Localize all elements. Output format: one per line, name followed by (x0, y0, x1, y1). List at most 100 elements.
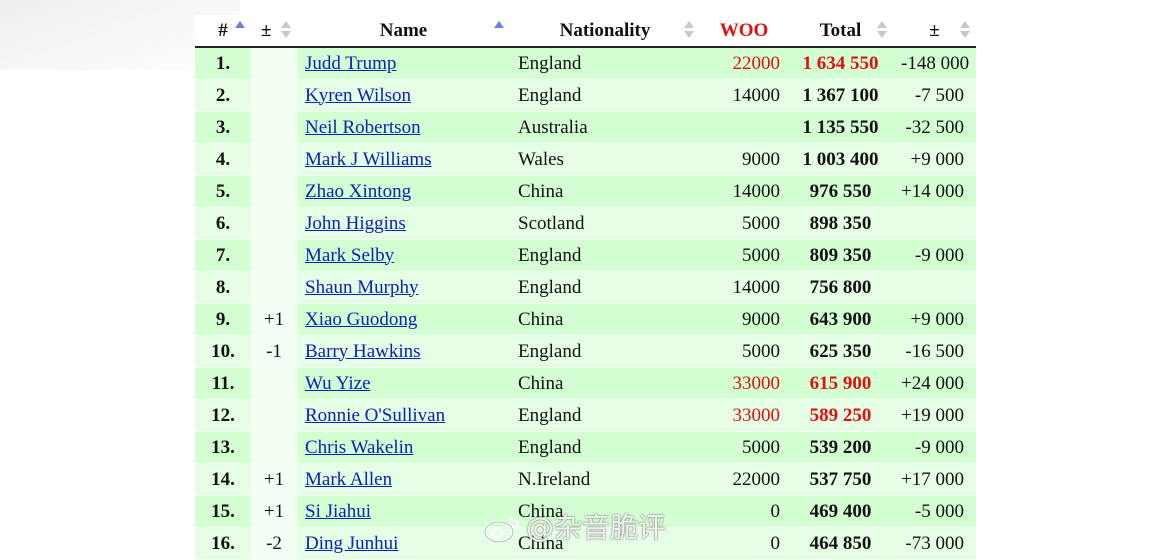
sort-arrows-icon[interactable] (960, 21, 970, 41)
header-nationality-label: Nationality (559, 19, 651, 41)
player-link[interactable]: John Higgins (305, 213, 406, 234)
header-total-label: Total (819, 19, 862, 41)
table-row: 1. Judd Trump England 22000 1 634 550 -148 00… (195, 47, 976, 80)
rank-cell: 8. (195, 271, 251, 304)
name-cell: Ronnie O'Sullivan (297, 399, 510, 432)
nationality-cell: England (510, 239, 700, 272)
player-link[interactable]: Chris Wakelin (305, 437, 413, 458)
ranking-table: # ± Name Nationality WOO Total ± 1. Judd… (195, 15, 976, 560)
sort-arrows-icon[interactable] (877, 21, 887, 41)
nationality-cell: England (510, 431, 700, 464)
name-cell: Kyren Wilson (297, 79, 510, 112)
header-nationality[interactable]: Nationality (510, 15, 700, 48)
name-cell: Judd Trump (297, 47, 510, 80)
player-link[interactable]: Mark Allen (305, 469, 392, 490)
rank-cell: 4. (195, 143, 251, 176)
change-cell (251, 207, 297, 240)
player-link[interactable]: Shaun Murphy (305, 277, 418, 298)
player-link[interactable]: Si Jiahui (305, 501, 371, 522)
table-row: 12. Ronnie O'Sullivan England 33000 589 250 +… (195, 399, 976, 432)
diff-cell: +9 000 (893, 303, 976, 336)
player-link[interactable]: Xiao Guodong (305, 309, 417, 330)
name-cell: John Higgins (297, 207, 510, 240)
player-link[interactable]: Ding Junhui (305, 533, 398, 554)
total-cell: 643 900 (788, 303, 893, 336)
change-cell (251, 431, 297, 464)
change-cell (251, 47, 297, 80)
header-diff[interactable]: ± (893, 15, 976, 48)
change-cell (251, 239, 297, 272)
diff-cell: +14 000 (893, 175, 976, 208)
total-cell: 1 367 100 (788, 79, 893, 112)
name-cell: Wu Yize (297, 367, 510, 400)
player-link[interactable]: Neil Robertson (305, 117, 421, 138)
player-link[interactable]: Zhao Xintong (305, 181, 411, 202)
total-cell: 615 900 (788, 367, 893, 400)
rank-cell: 1. (195, 47, 251, 80)
table-row: 13. Chris Wakelin England 5000 539 200 -9 000 (195, 431, 976, 464)
sort-arrows-icon[interactable] (494, 21, 504, 41)
rank-cell: 11. (195, 367, 251, 400)
header-name[interactable]: Name (297, 15, 510, 48)
change-cell: -2 (251, 527, 297, 560)
diff-cell (893, 271, 976, 304)
total-cell: 539 200 (788, 431, 893, 464)
total-cell: 1 003 400 (788, 143, 893, 176)
diff-cell: +9 000 (893, 143, 976, 176)
diff-cell: -32 500 (893, 111, 976, 144)
nationality-cell: China (510, 495, 700, 528)
diff-cell: -73 000 (893, 527, 976, 560)
name-cell: Neil Robertson (297, 111, 510, 144)
woo-cell (700, 111, 788, 144)
player-link[interactable]: Kyren Wilson (305, 85, 411, 106)
nationality-cell: England (510, 47, 700, 80)
rank-cell: 7. (195, 239, 251, 272)
change-cell (251, 79, 297, 112)
nationality-cell: China (510, 303, 700, 336)
nationality-cell: China (510, 527, 700, 560)
sort-arrows-icon[interactable] (281, 21, 291, 41)
total-cell: 1 135 550 (788, 111, 893, 144)
change-cell (251, 111, 297, 144)
header-row: # ± Name Nationality WOO Total ± (195, 15, 976, 48)
sort-arrows-icon[interactable] (235, 21, 245, 41)
total-cell: 976 550 (788, 175, 893, 208)
player-link[interactable]: Judd Trump (305, 53, 396, 74)
change-cell (251, 271, 297, 304)
table-row: 15. +1 Si Jiahui China 0 469 400 -5 000 (195, 495, 976, 528)
header-rank[interactable]: # (195, 15, 251, 48)
player-link[interactable]: Wu Yize (305, 373, 371, 394)
rank-cell: 16. (195, 527, 251, 560)
player-link[interactable]: Barry Hawkins (305, 341, 421, 362)
header-woo-label: WOO (719, 19, 769, 41)
table-row: 2. Kyren Wilson England 14000 1 367 100 -7 50… (195, 79, 976, 112)
rank-cell: 3. (195, 111, 251, 144)
name-cell: Mark Selby (297, 239, 510, 272)
woo-cell: 14000 (700, 175, 788, 208)
nationality-cell: England (510, 271, 700, 304)
header-change[interactable]: ± (251, 15, 297, 48)
change-cell (251, 367, 297, 400)
header-woo[interactable]: WOO (700, 15, 788, 48)
nationality-cell: Wales (510, 143, 700, 176)
table-row: 7. Mark Selby England 5000 809 350 -9 000 (195, 239, 976, 272)
diff-cell: -9 000 (893, 239, 976, 272)
nationality-cell: England (510, 335, 700, 368)
sort-arrows-icon[interactable] (684, 21, 694, 41)
table-row: 3. Neil Robertson Australia 1 135 550 -32 50… (195, 111, 976, 144)
change-cell: +1 (251, 495, 297, 528)
diff-cell: +19 000 (893, 399, 976, 432)
header-total[interactable]: Total (788, 15, 893, 48)
change-cell (251, 399, 297, 432)
woo-cell: 14000 (700, 271, 788, 304)
rank-cell: 2. (195, 79, 251, 112)
nationality-cell: China (510, 367, 700, 400)
player-link[interactable]: Mark J Williams (305, 149, 432, 170)
player-link[interactable]: Mark Selby (305, 245, 394, 266)
player-link[interactable]: Ronnie O'Sullivan (305, 405, 445, 426)
total-cell: 898 350 (788, 207, 893, 240)
total-cell: 809 350 (788, 239, 893, 272)
total-cell: 537 750 (788, 463, 893, 496)
rank-cell: 14. (195, 463, 251, 496)
rank-cell: 12. (195, 399, 251, 432)
